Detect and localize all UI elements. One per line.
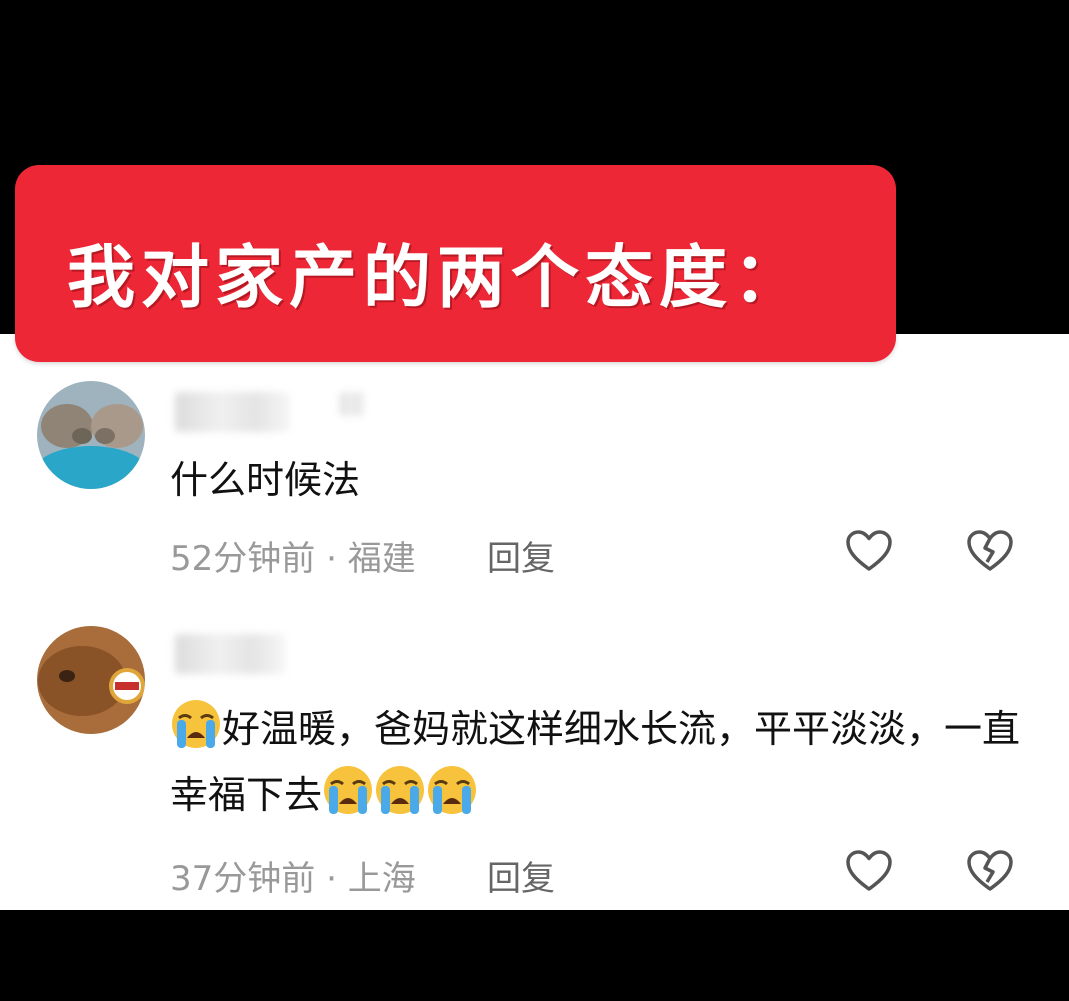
dislike-broken-heart-icon[interactable] [966, 849, 1014, 893]
meta-separator: · [326, 539, 337, 579]
loudly-crying-face-icon [374, 764, 426, 816]
reply-button[interactable]: 回复 [487, 851, 555, 900]
like-heart-icon[interactable] [845, 529, 893, 573]
loudly-crying-face-icon [322, 764, 374, 816]
comment-meta: 37分钟前 · 上海 [170, 851, 416, 900]
dislike-broken-heart-icon[interactable] [966, 529, 1014, 573]
comment-location: 福建 [347, 539, 416, 579]
title-banner: 我对家产的两个态度： [15, 165, 896, 362]
comment-text: 好温暖，爸妈就这样细水长流，平平淡淡，一直幸福下去 [170, 696, 1020, 828]
banner-title: 我对家产的两个态度： [67, 238, 808, 318]
comment-meta: 52分钟前 · 福建 [170, 531, 416, 580]
comment-location: 上海 [347, 859, 416, 899]
reply-button[interactable]: 回复 [487, 531, 555, 580]
comment-text: 什么时候法 [170, 458, 361, 502]
username-blurred [175, 392, 290, 432]
loudly-crying-face-icon [170, 698, 222, 750]
comment-time: 37分钟前 [170, 859, 316, 899]
comment-time: 52分钟前 [170, 539, 316, 579]
loudly-crying-face-icon [426, 764, 478, 816]
like-heart-icon[interactable] [845, 849, 893, 893]
avatar[interactable] [37, 381, 145, 489]
avatar[interactable] [37, 626, 145, 734]
username-blurred [175, 634, 285, 674]
meta-separator: · [326, 859, 337, 899]
username-blurred-2 [340, 392, 365, 416]
comment-text-body: 好温暖，爸妈就这样细水长流，平平淡淡，一直幸福下去 [170, 707, 1021, 817]
